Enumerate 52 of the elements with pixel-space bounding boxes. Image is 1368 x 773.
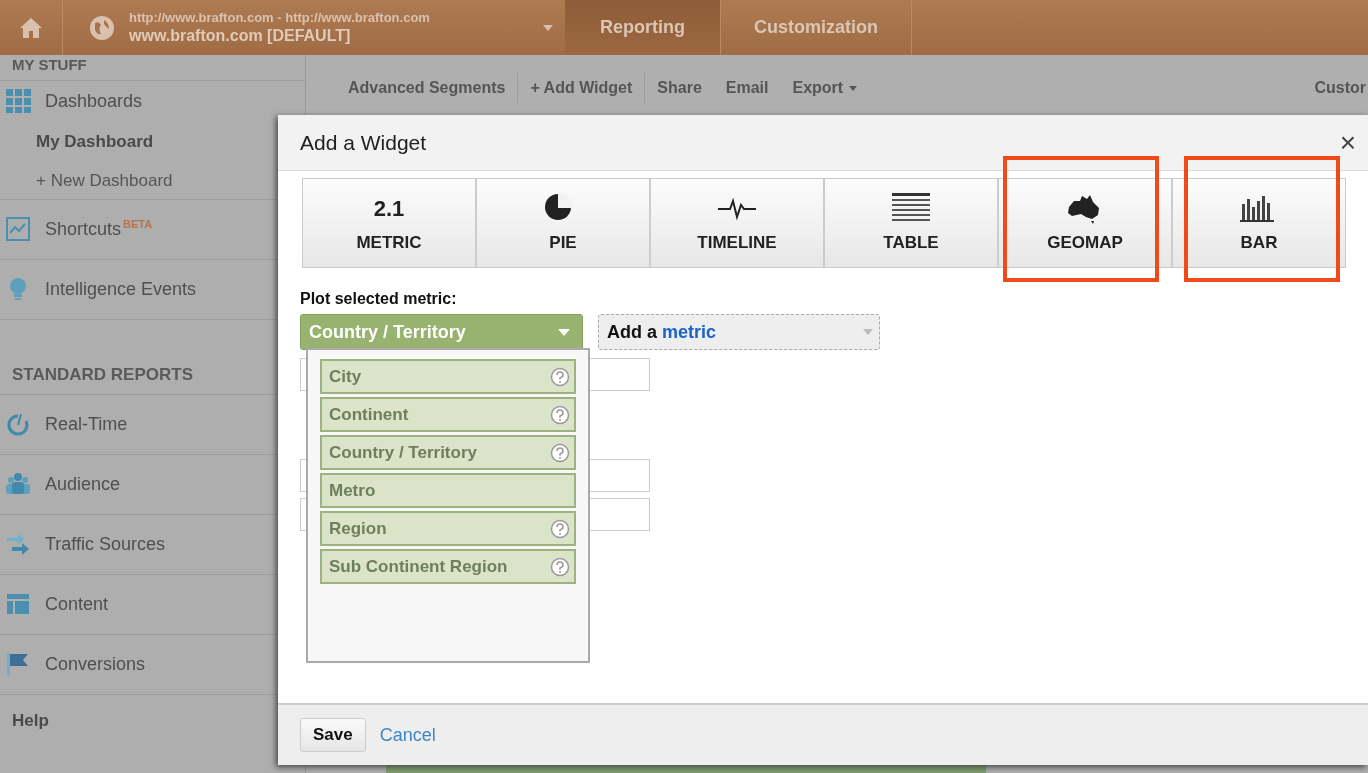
widget-type-button[interactable]: GEOMAP	[998, 178, 1172, 268]
caret-icon	[863, 329, 873, 335]
menu-item[interactable]: Region	[320, 511, 576, 546]
toolbar-button[interactable]: Email	[713, 73, 781, 103]
section-heading: MY STUFF	[0, 55, 305, 81]
caret-icon	[558, 328, 570, 336]
metric-glyph: 2.1	[373, 195, 405, 223]
dimension-dropdown[interactable]: Country / Territory	[300, 314, 583, 350]
toolbar-button[interactable]: Advanced Segments	[336, 73, 519, 103]
sidebar-item[interactable]: Shortcuts	[45, 219, 122, 240]
property-name: www.brafton.com [DEFAULT]	[129, 27, 352, 45]
caret-icon	[543, 24, 553, 31]
cancel-link[interactable]: Cancel	[379, 724, 436, 746]
grid-icon	[6, 89, 31, 114]
sidebar-item[interactable]: Content	[45, 594, 109, 615]
layout-icon	[6, 592, 31, 617]
toolbar-button[interactable]: Share	[645, 73, 714, 103]
widget-type-button[interactable]: BAR	[1172, 178, 1346, 268]
property-selector[interactable]: http://www.brafton.com - http://www.brafton.com www.brafton.com [DEFAULT]	[63, 0, 565, 55]
menu-item[interactable]: Continent	[320, 397, 576, 432]
toolbar-button[interactable]: Custor	[1314, 79, 1366, 97]
widget-type-button[interactable]: TABLE	[824, 178, 998, 268]
sidebar-item[interactable]: Conversions	[45, 654, 146, 675]
beta-label: BETA	[123, 218, 153, 230]
close-button[interactable]: ×	[1331, 126, 1364, 159]
chart-icon	[6, 217, 31, 242]
sidebar-item[interactable]: Intelligence Events	[45, 279, 197, 300]
sidebar-item[interactable]: Traffic Sources	[45, 534, 166, 555]
menu-item[interactable]: Country / Territory	[320, 435, 576, 470]
globe-icon	[89, 14, 115, 41]
widget-type-button[interactable]: PIE	[476, 178, 650, 268]
widget-type-button[interactable]: TIMELINE	[650, 178, 824, 268]
sidebar-item[interactable]: Audience	[45, 474, 121, 495]
flag-icon	[6, 652, 31, 677]
clock-icon	[6, 412, 31, 437]
home-icon	[19, 16, 43, 39]
people-icon	[6, 472, 31, 497]
toolbar-button[interactable]: + Add Widget	[518, 73, 646, 103]
menu-item[interactable]: Metro	[320, 473, 576, 508]
widget-type-button[interactable]: 2.1 METRIC	[302, 178, 476, 268]
menu-item[interactable]: Sub Continent Region	[320, 549, 576, 584]
metric-dropdown[interactable]: Add a metric	[598, 314, 880, 350]
nav-tab[interactable]: Reporting	[565, 0, 721, 55]
arrows-icon	[6, 532, 31, 557]
dialog-title: Add a Widget	[300, 130, 427, 155]
sidebar-item[interactable]: Dashboards	[45, 91, 143, 112]
sidebar-item[interactable]: Real-Time	[45, 414, 128, 435]
toolbar-button[interactable]: Export	[780, 73, 870, 103]
property-url: http://www.brafton.com - http://www.brafton.com	[129, 10, 431, 25]
save-button[interactable]: Save	[300, 718, 366, 752]
menu-item[interactable]: City	[320, 359, 576, 394]
field-label: Plot selected metric:	[300, 290, 458, 308]
